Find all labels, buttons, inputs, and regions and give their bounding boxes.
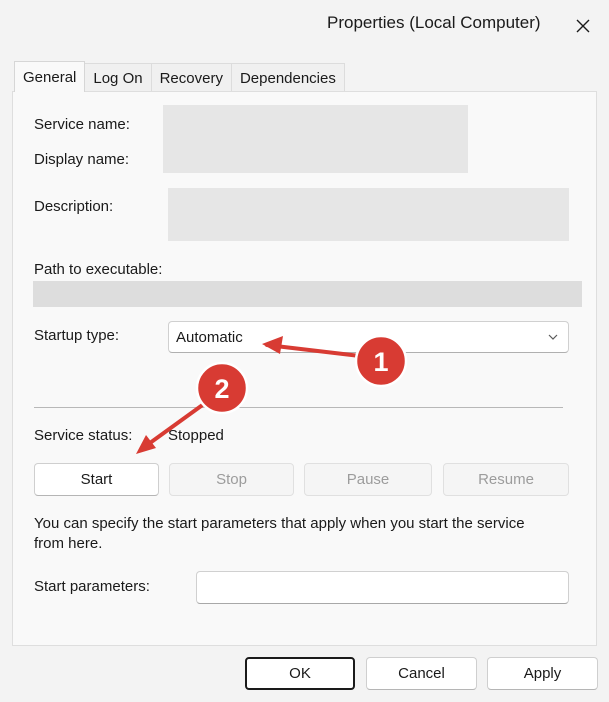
- hint-line-1: You can specify the start parameters tha…: [34, 515, 525, 532]
- general-panel: [12, 91, 597, 646]
- startup-type-select[interactable]: Automatic: [168, 321, 569, 353]
- stop-button[interactable]: Stop: [169, 463, 294, 496]
- close-icon: [576, 19, 590, 33]
- tab-dependencies[interactable]: Dependencies: [230, 63, 345, 92]
- chevron-down-icon: [548, 334, 558, 340]
- redacted-service-names: [163, 105, 468, 173]
- cancel-button[interactable]: Cancel: [366, 657, 477, 690]
- redacted-path: [33, 281, 582, 307]
- window-title: Properties (Local Computer): [327, 13, 541, 32]
- ok-button[interactable]: OK: [245, 657, 355, 690]
- description-label: Description:: [34, 198, 114, 215]
- pause-button[interactable]: Pause: [304, 463, 432, 496]
- tab-general[interactable]: General: [14, 61, 86, 92]
- startup-type-value: Automatic: [176, 329, 243, 346]
- start-button[interactable]: Start: [34, 463, 159, 496]
- tab-log-on[interactable]: Log On: [84, 63, 152, 92]
- hint-line-2: from here.: [34, 535, 103, 552]
- apply-button[interactable]: Apply: [487, 657, 598, 690]
- close-button[interactable]: [562, 6, 604, 46]
- display-name-label: Display name:: [34, 151, 130, 168]
- startup-type-label: Startup type:: [34, 327, 120, 344]
- service-status-value: Stopped: [168, 427, 224, 444]
- service-status-label: Service status:: [34, 427, 133, 444]
- start-parameters-input[interactable]: [196, 571, 569, 604]
- start-parameters-label: Start parameters:: [34, 578, 150, 595]
- redacted-description: [168, 188, 569, 241]
- title-bar: Properties (Local Computer): [0, 0, 609, 52]
- tab-recovery[interactable]: Recovery: [150, 63, 232, 92]
- tab-strip: General Log On Recovery Dependencies: [14, 61, 345, 92]
- divider: [34, 407, 563, 408]
- path-label: Path to executable:: [34, 261, 163, 278]
- resume-button[interactable]: Resume: [443, 463, 569, 496]
- service-name-label: Service name:: [34, 116, 130, 133]
